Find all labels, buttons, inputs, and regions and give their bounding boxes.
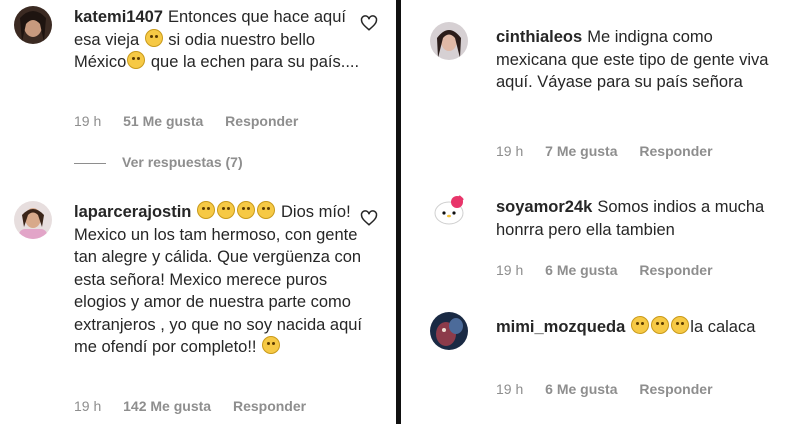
comment-username[interactable]: cinthialeos xyxy=(496,28,582,46)
comment-text: laparcerajostin Dios mío! Mexico un los … xyxy=(74,201,363,356)
panel-divider xyxy=(396,0,401,424)
comment-text: cinthialeos Me indigna como mexicana que … xyxy=(496,28,769,91)
comment-time: 19 h xyxy=(496,143,524,159)
avatar[interactable] xyxy=(14,6,52,44)
comment-time: 19 h xyxy=(74,113,102,129)
comment-meta: 19 h 6 Me gusta Responder xyxy=(496,262,731,278)
comment-username[interactable]: laparcerajostin xyxy=(74,203,191,221)
comment-text: katemi1407 Entonces que hace aquí esa vie… xyxy=(74,8,360,71)
comment-time: 19 h xyxy=(496,262,524,278)
flushed-face-emoji-icon xyxy=(197,201,216,219)
avatar[interactable] xyxy=(430,22,468,60)
reply-button[interactable]: Responder xyxy=(225,113,298,129)
comment-text: mimi_mozqueda la calaca xyxy=(496,316,756,336)
comment-username[interactable]: mimi_mozqueda xyxy=(496,318,625,336)
reply-button[interactable]: Responder xyxy=(639,381,712,397)
comment-time: 19 h xyxy=(74,398,102,414)
comment-meta: 19 h 7 Me gusta Responder xyxy=(496,143,731,159)
comment-text: soyamor24k Somos indios a mucha honrra pe… xyxy=(496,198,765,239)
avatar[interactable] xyxy=(14,201,52,239)
view-replies-button[interactable]: Ver respuestas (7) xyxy=(122,154,243,170)
reply-button[interactable]: Responder xyxy=(233,398,306,414)
heart-outline-icon[interactable] xyxy=(360,14,378,32)
comment-meta: 19 h 142 Me gusta Responder xyxy=(74,398,324,414)
replies-divider-line xyxy=(74,163,106,164)
rolling-laughing-emoji-icon xyxy=(651,316,670,334)
likes-count[interactable]: 142 Me gusta xyxy=(123,398,211,414)
comment-time: 19 h xyxy=(496,381,524,397)
reply-button[interactable]: Responder xyxy=(639,143,712,159)
likes-count[interactable]: 7 Me gusta xyxy=(545,143,617,159)
left-comments-panel: katemi1407 Entonces que hace aquí esa vie… xyxy=(0,0,396,424)
flushed-face-emoji-icon xyxy=(237,201,256,219)
flushed-face-emoji-icon xyxy=(257,201,276,219)
likes-count[interactable]: 51 Me gusta xyxy=(123,113,203,129)
avatar[interactable] xyxy=(430,312,468,350)
disappointed-face-emoji-icon xyxy=(127,51,146,69)
comment-meta: 19 h 51 Me gusta Responder xyxy=(74,113,316,129)
comment-meta: 19 h 6 Me gusta Responder xyxy=(496,381,731,397)
grinning-squint-emoji-icon xyxy=(144,28,163,47)
rolling-laughing-emoji-icon xyxy=(631,316,650,334)
likes-count[interactable]: 6 Me gusta xyxy=(545,381,617,397)
flushed-face-emoji-icon xyxy=(217,201,236,219)
heart-outline-icon[interactable] xyxy=(360,209,378,227)
rolling-laughing-emoji-icon xyxy=(671,316,690,334)
comment-username[interactable]: soyamor24k xyxy=(496,198,592,216)
likes-count[interactable]: 6 Me gusta xyxy=(545,262,617,278)
neutral-face-emoji-icon xyxy=(262,336,281,354)
avatar[interactable] xyxy=(430,192,468,230)
comment-username[interactable]: katemi1407 xyxy=(74,8,163,26)
reply-button[interactable]: Responder xyxy=(639,262,712,278)
right-comments-panel: cinthialeos Me indigna como mexicana que … xyxy=(402,0,800,424)
